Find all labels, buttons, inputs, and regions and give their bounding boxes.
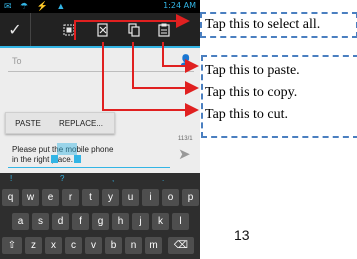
page-number: 13 xyxy=(234,227,250,243)
copy-icon[interactable] xyxy=(122,13,146,46)
keyboard: ! ? , . q w e r t y u i o p a s d f g h … xyxy=(0,173,200,259)
suggestion[interactable]: ! xyxy=(10,174,12,183)
paste-icon[interactable] xyxy=(152,13,176,46)
paste-popup: PASTE REPLACE... xyxy=(5,112,115,134)
key[interactable]: l xyxy=(172,213,189,230)
select-all-icon[interactable] xyxy=(57,13,81,46)
message-line-1: Please put the mobile phone xyxy=(12,145,114,154)
key[interactable]: r xyxy=(62,189,79,206)
callout-cut: Tap this to cut. xyxy=(205,107,289,122)
callout-copy: Tap this to copy. xyxy=(205,85,298,100)
message-line-2: in the right place. xyxy=(12,155,73,164)
suggestion[interactable]: ? xyxy=(60,174,64,183)
backspace-icon[interactable]: ⌫ xyxy=(168,237,194,254)
recipient-field[interactable]: To 👤 xyxy=(8,51,194,72)
key[interactable]: g xyxy=(92,213,109,230)
callout-paste: Tap this to paste. xyxy=(205,63,300,78)
suggestion[interactable]: , xyxy=(112,174,114,183)
add-contact-icon[interactable]: 👤 xyxy=(180,55,192,66)
key[interactable]: a xyxy=(12,213,29,230)
key[interactable]: k xyxy=(152,213,169,230)
callout-select-all: Tap this to select all. xyxy=(200,12,357,38)
key[interactable]: q xyxy=(2,189,19,206)
shift-icon[interactable]: ⇧ xyxy=(2,237,22,254)
popup-paste-button[interactable]: PASTE xyxy=(6,119,50,128)
character-count: 113/1 xyxy=(178,136,193,142)
cut-icon[interactable] xyxy=(91,13,115,46)
key[interactable]: c xyxy=(65,237,82,254)
message-input[interactable]: Please put the mobile phone in the right… xyxy=(8,142,170,168)
key[interactable]: v xyxy=(85,237,102,254)
check-icon[interactable]: ✓ xyxy=(0,13,31,46)
key[interactable]: f xyxy=(72,213,89,230)
key[interactable]: i xyxy=(142,189,159,206)
popup-replace-button[interactable]: REPLACE... xyxy=(50,119,112,128)
key[interactable]: p xyxy=(182,189,199,206)
selection-handle-start[interactable] xyxy=(51,155,58,163)
notification-icons: ✉ ☂ ⚡ ▲ xyxy=(4,1,69,11)
key[interactable]: d xyxy=(52,213,69,230)
selection-handle-end[interactable] xyxy=(74,155,81,163)
suggestion-strip: ! ? , . xyxy=(0,173,200,186)
key[interactable]: h xyxy=(112,213,129,230)
key[interactable]: t xyxy=(82,189,99,206)
key[interactable]: m xyxy=(145,237,162,254)
phone-screenshot: ✉ ☂ ⚡ ▲ 1:24 AM ✓ To 👤 PASTE REPLACE... … xyxy=(0,0,200,259)
selection-highlight xyxy=(57,143,77,155)
suggestion[interactable]: . xyxy=(162,174,164,183)
key[interactable]: s xyxy=(32,213,49,230)
status-bar: ✉ ☂ ⚡ ▲ 1:24 AM xyxy=(0,0,200,13)
key[interactable]: x xyxy=(45,237,62,254)
message-text: Please put the mobile phone in the right… xyxy=(12,145,170,165)
key[interactable]: n xyxy=(125,237,142,254)
key[interactable]: z xyxy=(25,237,42,254)
recipient-placeholder: To xyxy=(12,56,22,66)
key[interactable]: w xyxy=(22,189,39,206)
key[interactable]: j xyxy=(132,213,149,230)
key[interactable]: o xyxy=(162,189,179,206)
send-icon[interactable]: ➤ xyxy=(178,145,191,163)
callout-group: Tap this to paste. Tap this to copy. Tap… xyxy=(201,55,357,138)
text-selection-action-bar: ✓ xyxy=(0,13,200,48)
key[interactable]: b xyxy=(105,237,122,254)
key[interactable]: y xyxy=(102,189,119,206)
key[interactable]: u xyxy=(122,189,139,206)
status-time: 1:24 AM xyxy=(163,1,196,10)
key[interactable]: e xyxy=(42,189,59,206)
